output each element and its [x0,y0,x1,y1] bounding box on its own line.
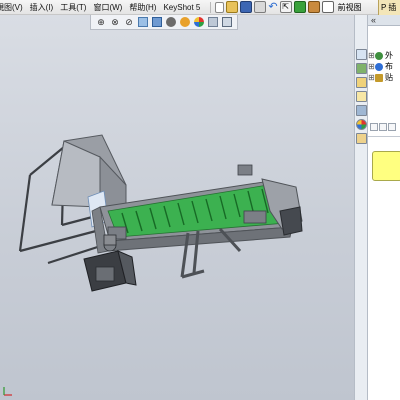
decal-icon [375,73,383,82]
view-palette-icon[interactable] [356,105,367,116]
design-library-icon[interactable] [356,63,367,74]
appearances-panel: « ⊞ 外 ⊞ 布 ⊞ 贴 [368,15,400,400]
print-icon[interactable] [254,1,267,13]
undo-icon[interactable]: ↶ [268,1,277,13]
appearances-icon[interactable] [356,119,367,130]
custom-properties-icon[interactable] [356,133,367,144]
panel-toolbar [370,123,400,131]
menu-window[interactable]: 窗口(W) [93,2,129,13]
zoom-area-icon[interactable]: ⊗ [110,17,120,27]
menu-insert[interactable]: 插入(I) [30,2,61,13]
panel-collapse-button[interactable]: « [368,15,400,26]
expand-icon[interactable]: ⊞ [368,51,375,60]
select-icon[interactable]: ⇱ [279,1,292,13]
view-orientation-icon[interactable] [152,17,162,27]
menu-help[interactable]: 帮助(H) [129,2,163,13]
heads-up-toolbar: ⊕ ⊗ ⊘ [90,15,238,30]
tree-item-label: 贴 [385,73,393,82]
search-icon[interactable] [356,91,367,102]
expand-icon[interactable]: ⊞ [368,62,375,71]
save-icon[interactable] [240,1,253,13]
task-pane-tabs [354,15,368,400]
file-explorer-icon[interactable] [356,77,367,88]
scene-icon [375,62,383,71]
options-icon[interactable] [307,1,320,13]
view-settings-icon[interactable] [222,17,232,27]
toolbar-separator [210,1,212,13]
expand-icon[interactable]: ⊞ [368,73,375,82]
up-icon[interactable] [388,123,396,131]
graphics-viewport[interactable]: ⊕ ⊗ ⊘ [0,15,354,400]
tree-item-appearances[interactable]: ⊞ 外 [368,50,400,61]
display-style-icon[interactable] [166,17,176,27]
front-view-label[interactable]: 前视图 [338,2,362,13]
apply-scene-icon[interactable] [208,17,218,27]
tree-item-label: 外 [385,51,393,60]
task-pane-tab[interactable]: P 插 [378,0,400,15]
open-folder-icon[interactable] [226,1,239,13]
zoom-fit-icon[interactable]: ⊕ [96,17,106,27]
tree-item-decals[interactable]: ⊞ 贴 [368,72,400,83]
forward-icon[interactable] [379,123,387,131]
globe-icon [375,51,383,60]
previous-view-icon[interactable]: ⊘ [124,17,134,27]
edit-appearance-icon[interactable] [194,17,204,27]
menu-tools[interactable]: 工具(T) [60,2,93,13]
menu-view[interactable]: 視图(V) [0,2,30,13]
new-document-icon[interactable] [215,1,225,13]
appearance-swatch[interactable] [372,151,400,181]
panel-divider [368,136,400,137]
back-icon[interactable] [370,123,378,131]
hide-show-icon[interactable] [180,17,190,27]
window-icon[interactable] [321,1,334,13]
tree-item-label: 布 [385,62,393,71]
tree-item-scenes[interactable]: ⊞ 布 [368,61,400,72]
solidworks-resources-icon[interactable] [356,49,367,60]
section-view-icon[interactable] [138,17,148,27]
conveyor-model [3,134,303,396]
axis-triad-icon [3,387,12,396]
menu-bar: 視图(V) 插入(I) 工具(T) 窗口(W) 帮助(H) KeyShot 5 … [0,0,400,15]
menu-keyshot[interactable]: KeyShot 5 [163,3,207,12]
rebuild-icon[interactable] [293,1,306,13]
